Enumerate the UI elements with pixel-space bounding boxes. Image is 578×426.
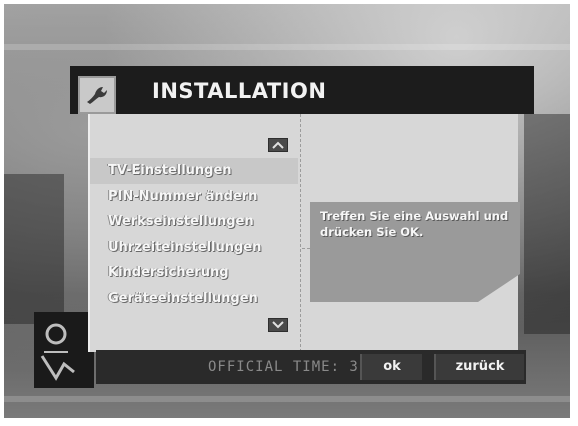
- chevron-up-icon[interactable]: [268, 138, 288, 152]
- background-shape: [4, 174, 64, 324]
- menu-item-uhrzeiteinstellungen[interactable]: Uhrzeiteinstellungen: [90, 235, 298, 261]
- menu-item-pin-nummer[interactable]: PIN-Nummer ändern: [90, 184, 298, 210]
- official-time-text: OFFICIAL TIME: 3: [208, 359, 359, 375]
- tv-screen: INSTALLATION TV-Einstellungen PIN-Nummer…: [4, 4, 570, 418]
- help-box: Treffen Sie eine Auswahl und drücken Sie…: [310, 202, 520, 302]
- menu-item-kindersicherung[interactable]: Kindersicherung: [90, 260, 298, 286]
- menu-item-geraeteeinstellungen[interactable]: Geräteeinstellungen: [90, 286, 298, 312]
- ok-button[interactable]: ok: [360, 354, 422, 380]
- menu-list: TV-Einstellungen PIN-Nummer ändern Werks…: [90, 158, 298, 312]
- footer-bar: OFFICIAL TIME: 3 ok zurück: [96, 350, 526, 384]
- back-button[interactable]: zurück: [434, 354, 524, 380]
- menu-item-tv-einstellungen[interactable]: TV-Einstellungen: [90, 158, 298, 184]
- panel-divider: [300, 114, 301, 352]
- background-stripe: [4, 44, 570, 50]
- menu-item-werkseinstellungen[interactable]: Werkseinstellungen: [90, 209, 298, 235]
- background-stripe: [4, 396, 570, 402]
- chevron-down-icon[interactable]: [268, 318, 288, 332]
- help-text: Treffen Sie eine Auswahl und drücken Sie…: [320, 209, 509, 239]
- wrench-icon: [78, 76, 116, 114]
- page-title: INSTALLATION: [152, 79, 327, 103]
- menu-header: INSTALLATION: [70, 66, 534, 114]
